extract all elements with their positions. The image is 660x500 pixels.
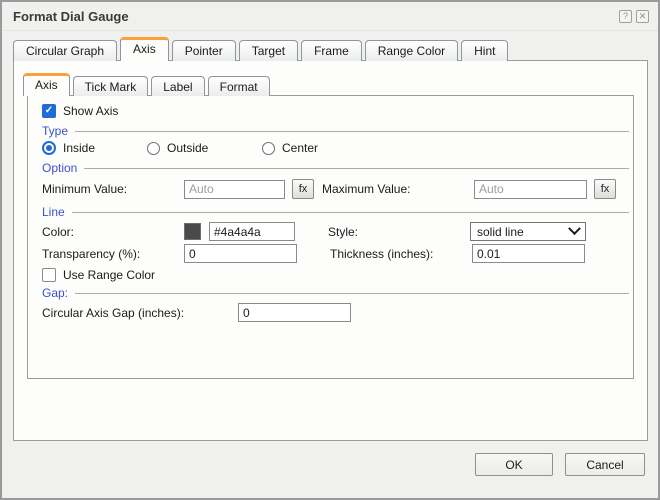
format-dial-gauge-dialog: Format Dial Gauge ? ✕ Circular Graph Axi… xyxy=(0,0,660,500)
axis-tab-panel: Axis Tick Mark Label Format ✓ Show Axis … xyxy=(13,60,648,441)
radio-selected-icon xyxy=(42,141,56,155)
close-icon[interactable]: ✕ xyxy=(636,9,649,23)
tab-pointer[interactable]: Pointer xyxy=(171,40,236,61)
line-section-header: Line xyxy=(28,205,633,219)
radio-outside[interactable]: Outside xyxy=(147,141,262,155)
style-dropdown-value: solid line xyxy=(477,224,524,239)
radio-center[interactable]: Center xyxy=(262,141,318,155)
transparency-label: Transparency (%): xyxy=(42,246,141,261)
circular-axis-gap-row: Circular Axis Gap (inches): xyxy=(28,303,633,322)
type-section-header: Type xyxy=(28,124,633,138)
color-value-input[interactable] xyxy=(209,222,295,241)
axis-settings-groupbox: ✓ Show Axis Type Inside Outside Center O… xyxy=(27,95,634,379)
radio-inside[interactable]: Inside xyxy=(42,141,147,155)
sub-tab-bar: Axis Tick Mark Label Format xyxy=(23,73,647,96)
tab-circular-graph[interactable]: Circular Graph xyxy=(13,40,118,61)
circular-axis-gap-input[interactable] xyxy=(238,303,351,322)
ok-button[interactable]: OK xyxy=(475,453,553,476)
tab-frame[interactable]: Frame xyxy=(301,40,362,61)
use-range-color-checkbox[interactable] xyxy=(42,268,56,282)
check-icon: ✓ xyxy=(44,105,54,116)
line-section-label: Line xyxy=(42,205,65,219)
show-axis-row: ✓ Show Axis xyxy=(28,104,633,118)
subtab-axis[interactable]: Axis xyxy=(23,73,70,96)
thickness-input[interactable] xyxy=(472,244,585,263)
minimum-fx-button[interactable]: fx xyxy=(292,179,314,199)
window-buttons: ? ✕ xyxy=(619,9,649,23)
radio-center-label: Center xyxy=(282,141,319,155)
transparency-thickness-row: Transparency (%): Thickness (inches): xyxy=(28,244,633,263)
show-axis-checkbox[interactable]: ✓ xyxy=(42,104,56,118)
dialog-footer: OK Cancel xyxy=(475,453,645,476)
minimum-value-label: Minimum Value: xyxy=(42,182,128,196)
subtab-label[interactable]: Label xyxy=(151,76,205,96)
title-bar: Format Dial Gauge ? ✕ xyxy=(2,2,658,31)
radio-outside-label: Outside xyxy=(167,141,209,155)
color-label: Color: xyxy=(42,224,75,239)
chevron-down-icon xyxy=(568,222,581,236)
tab-target[interactable]: Target xyxy=(238,40,299,61)
dialog-title: Format Dial Gauge xyxy=(13,8,129,24)
circular-axis-gap-label: Circular Axis Gap (inches): xyxy=(42,305,185,320)
gap-section-label: Gap: xyxy=(42,286,69,300)
style-dropdown[interactable]: solid line xyxy=(470,222,586,241)
maximum-value-label: Maximum Value: xyxy=(322,182,411,196)
transparency-input[interactable] xyxy=(184,244,297,263)
tab-range-color[interactable]: Range Color xyxy=(364,40,459,61)
gap-section-divider xyxy=(75,293,629,294)
main-tab-bar: Circular Graph Axis Pointer Target Frame… xyxy=(13,37,658,61)
subtab-format[interactable]: Format xyxy=(207,76,270,96)
maximum-value-input[interactable] xyxy=(474,179,587,199)
tab-hint[interactable]: Hint xyxy=(461,40,509,61)
type-section-label: Type xyxy=(42,124,69,138)
line-section-divider xyxy=(71,212,629,213)
use-range-color-label: Use Range Color xyxy=(63,268,156,282)
radio-unselected-icon xyxy=(262,141,275,155)
gap-section-header: Gap: xyxy=(28,286,633,300)
subtab-tick-mark[interactable]: Tick Mark xyxy=(72,76,149,96)
option-section-label: Option xyxy=(42,161,78,175)
type-radio-row: Inside Outside Center xyxy=(28,141,633,155)
tab-axis[interactable]: Axis xyxy=(120,37,169,61)
use-range-color-row: Use Range Color xyxy=(28,268,633,282)
radio-unselected-icon xyxy=(147,141,160,155)
option-section-header: Option xyxy=(28,161,633,175)
color-swatch[interactable] xyxy=(184,223,201,240)
radio-inside-label: Inside xyxy=(63,141,96,155)
type-section-divider xyxy=(75,131,629,132)
option-section-divider xyxy=(84,168,629,169)
cancel-button[interactable]: Cancel xyxy=(565,453,645,476)
min-max-row: Minimum Value: fx Maximum Value: fx xyxy=(28,179,633,199)
style-label: Style: xyxy=(328,224,359,239)
help-icon[interactable]: ? xyxy=(619,9,632,23)
show-axis-label: Show Axis xyxy=(63,104,119,118)
color-style-row: Color: Style: solid line xyxy=(28,222,633,241)
thickness-label: Thickness (inches): xyxy=(330,246,434,261)
maximum-fx-button[interactable]: fx xyxy=(594,179,616,199)
minimum-value-input[interactable] xyxy=(184,179,285,199)
